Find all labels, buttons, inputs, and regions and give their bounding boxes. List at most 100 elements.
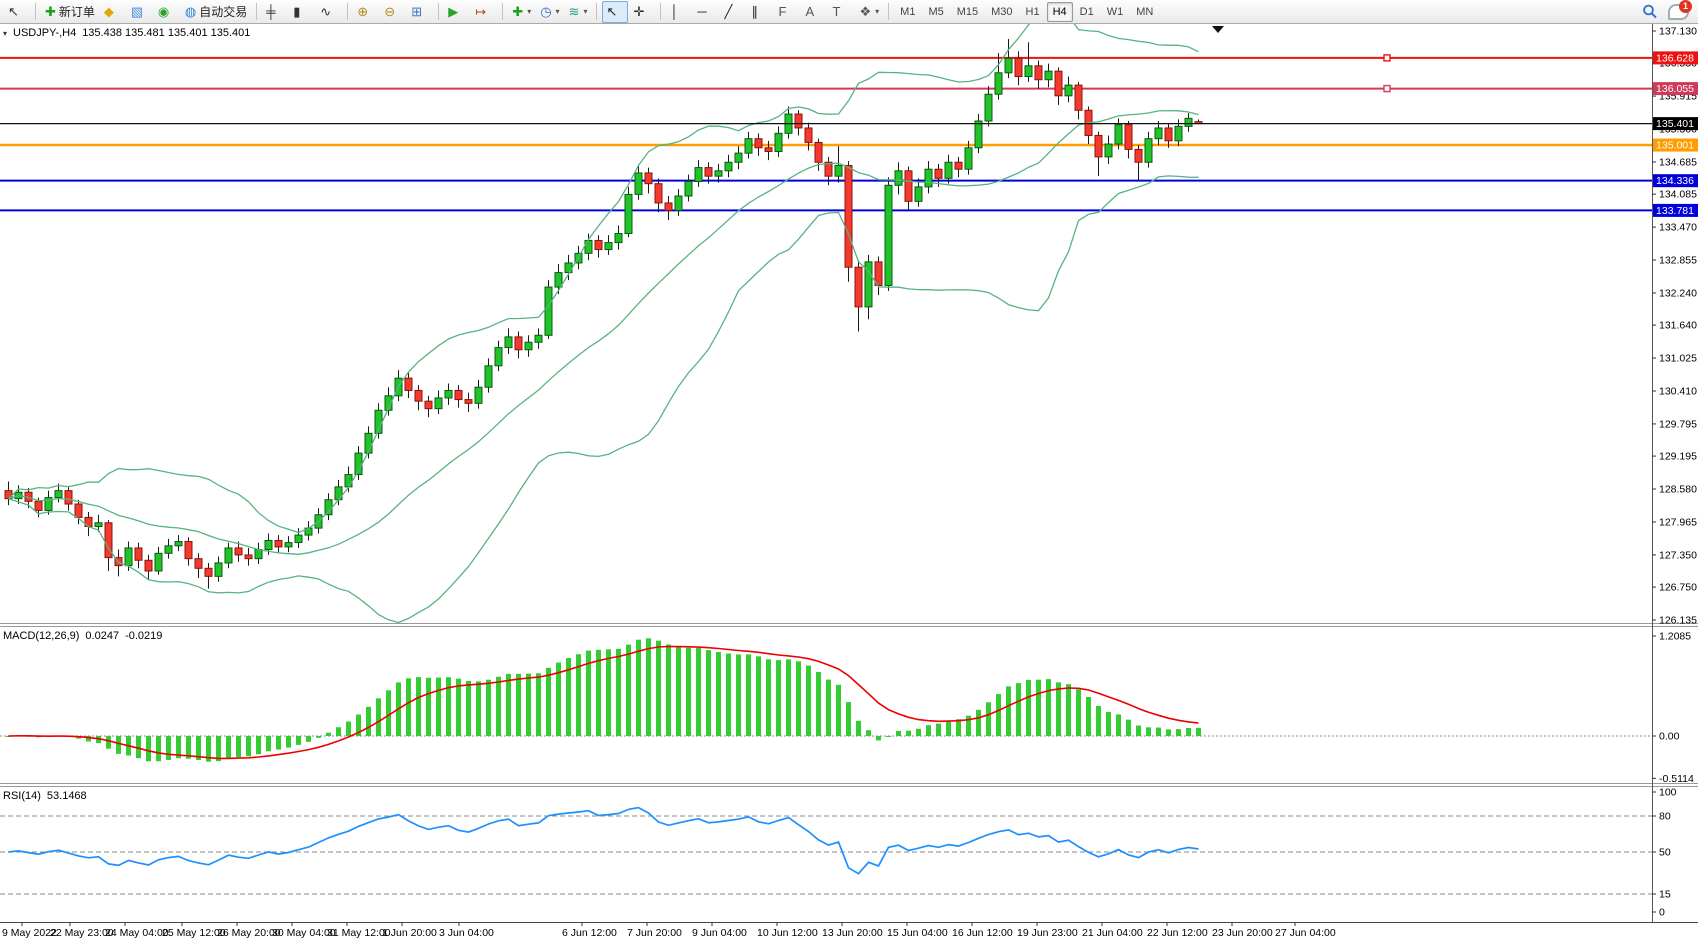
- equidistant-channel-button[interactable]: ∥: [747, 1, 773, 23]
- timeframe-d1[interactable]: D1: [1074, 2, 1100, 22]
- candle-body: [505, 337, 512, 348]
- timeframe-m30[interactable]: M30: [985, 2, 1018, 22]
- line-handle[interactable]: [1384, 55, 1390, 61]
- toolbar: ↖✚新订单◆▧◉◍自动交易╪▮∿⊕⊖⊞▶↦✚▾◷▾≋▾↖✛│─╱∥FAT❖▾M1…: [0, 0, 1698, 24]
- time-axis-label[interactable]: 6 Jun 12:00: [562, 927, 617, 939]
- arrow-icon-glyph: ↖: [8, 5, 19, 18]
- time-axis-label[interactable]: 21 Jun 04:00: [1082, 927, 1143, 939]
- autotrading-button-label: 自动交易: [199, 3, 247, 20]
- macd-histogram-bar: [116, 736, 121, 754]
- chevron-down-icon[interactable]: ▾: [527, 7, 531, 16]
- time-axis-label[interactable]: 19 Jun 23:00: [1017, 927, 1078, 939]
- indicators-button[interactable]: ✚▾: [508, 1, 535, 23]
- macd-histogram-bar: [956, 719, 961, 736]
- vertical-line-button[interactable]: │: [666, 1, 692, 23]
- price-tick-label: 134.685: [1659, 156, 1697, 168]
- macd-value: 0.0247: [85, 630, 119, 642]
- symbol-period-text: USDJPY-,H4: [13, 27, 76, 39]
- ohlc-text: 135.438 135.481 135.401 135.401: [82, 27, 250, 39]
- text-button[interactable]: A: [801, 1, 827, 23]
- time-axis-label[interactable]: 22 Jun 12:00: [1147, 927, 1208, 939]
- chat-icon[interactable]: 1: [1668, 4, 1690, 20]
- candlestick-chart-button[interactable]: ▮: [289, 1, 315, 23]
- candle-body: [205, 568, 212, 576]
- time-axis-label[interactable]: 27 Jun 04:00: [1275, 927, 1336, 939]
- candle-body: [815, 142, 822, 162]
- timeframe-h1[interactable]: H1: [1020, 2, 1046, 22]
- line-chart-button[interactable]: ∿: [316, 1, 342, 23]
- macd-histogram-bar: [1176, 729, 1181, 736]
- candle-body: [1055, 71, 1062, 96]
- time-axis-label[interactable]: 10 Jun 12:00: [757, 927, 818, 939]
- candle-body: [125, 548, 132, 566]
- time-axis-label[interactable]: 9 May 2022: [2, 927, 57, 939]
- line-handle[interactable]: [1384, 86, 1390, 92]
- time-axis-label[interactable]: 9 Jun 04:00: [692, 927, 747, 939]
- timeframe-w1[interactable]: W1: [1101, 2, 1130, 22]
- cursor-button[interactable]: ↖: [602, 1, 628, 23]
- zoom-in-button[interactable]: ⊕: [353, 1, 379, 23]
- new-order-button[interactable]: ✚新订单: [41, 1, 99, 23]
- macd-histogram-bar: [306, 736, 311, 742]
- candle-body: [295, 535, 302, 542]
- candle-body: [1105, 144, 1112, 157]
- arrows-button[interactable]: ❖▾: [855, 1, 883, 23]
- timeframe-m5[interactable]: M5: [922, 2, 949, 22]
- time-axis-label[interactable]: 13 Jun 20:00: [822, 927, 883, 939]
- candle-body: [625, 194, 632, 233]
- zoom-out-button[interactable]: ⊖: [380, 1, 406, 23]
- data-window-icon[interactable]: ▧: [127, 1, 153, 23]
- macd-histogram-bar: [926, 725, 931, 736]
- time-axis-label[interactable]: 16 Jun 12:00: [952, 927, 1013, 939]
- rsi-scale-label: 80: [1659, 811, 1671, 823]
- macd-histogram-bar: [426, 678, 431, 736]
- text-label-button[interactable]: T: [828, 1, 854, 23]
- time-axis-label[interactable]: 3 Jun 04:00: [439, 927, 494, 939]
- trendline-button[interactable]: ╱: [720, 1, 746, 23]
- periods-button[interactable]: ◷▾: [536, 1, 563, 23]
- search-icon[interactable]: [1642, 4, 1658, 20]
- macd-histogram-bar: [246, 736, 251, 756]
- time-axis-label[interactable]: 15 Jun 04:00: [887, 927, 948, 939]
- time-axis-label[interactable]: 1 Jun 20:00: [382, 927, 437, 939]
- market-watch-icon[interactable]: ◆: [100, 1, 126, 23]
- macd-signal-value: -0.0219: [125, 630, 162, 642]
- time-axis-label[interactable]: 24 May 04:00: [105, 927, 169, 939]
- macd-histogram-bar: [236, 736, 241, 757]
- chevron-down-icon[interactable]: ▾: [556, 7, 560, 16]
- time-axis-label[interactable]: 7 Jun 20:00: [627, 927, 682, 939]
- bollinger-middle-band: [9, 111, 1199, 555]
- candle-body: [455, 390, 462, 399]
- candle-body: [975, 121, 982, 148]
- horizontal-line-button[interactable]: ─: [693, 1, 719, 23]
- macd-histogram-bar: [326, 733, 331, 736]
- arrow-icon[interactable]: ↖: [4, 1, 30, 23]
- time-axis-label[interactable]: 23 Jun 20:00: [1212, 927, 1273, 939]
- fibonacci-button[interactable]: F: [774, 1, 800, 23]
- candle-body: [195, 559, 202, 569]
- timeframe-m15[interactable]: M15: [951, 2, 984, 22]
- chart-shift-marker[interactable]: [1212, 26, 1224, 33]
- macd-histogram-bar: [596, 650, 601, 736]
- autotrading-button[interactable]: ◍自动交易: [181, 1, 251, 23]
- macd-histogram-bar: [1156, 728, 1161, 736]
- autoscroll-button[interactable]: ▶: [444, 1, 470, 23]
- signals-icon[interactable]: ◉: [154, 1, 180, 23]
- chart-shift-button[interactable]: ↦: [471, 1, 497, 23]
- candle-body: [1005, 58, 1012, 72]
- tile-windows-button[interactable]: ⊞: [407, 1, 433, 23]
- templates-button[interactable]: ≋▾: [565, 1, 592, 23]
- price-tick-label: 132.855: [1659, 255, 1697, 267]
- crosshair-button[interactable]: ✛: [629, 1, 655, 23]
- macd-histogram-bar: [436, 678, 441, 736]
- bar-chart-button[interactable]: ╪: [262, 1, 288, 23]
- candle-body: [655, 184, 662, 203]
- timeframe-m1[interactable]: M1: [894, 2, 921, 22]
- timeframe-h4[interactable]: H4: [1047, 2, 1073, 22]
- chevron-down-icon[interactable]: ▾: [583, 7, 587, 16]
- symbol-dropdown-icon[interactable]: ▾: [3, 29, 7, 38]
- candle-body: [1125, 125, 1132, 150]
- chevron-down-icon[interactable]: ▾: [875, 7, 879, 16]
- timeframe-mn[interactable]: MN: [1130, 2, 1159, 22]
- price-tick-label: 127.965: [1659, 516, 1697, 528]
